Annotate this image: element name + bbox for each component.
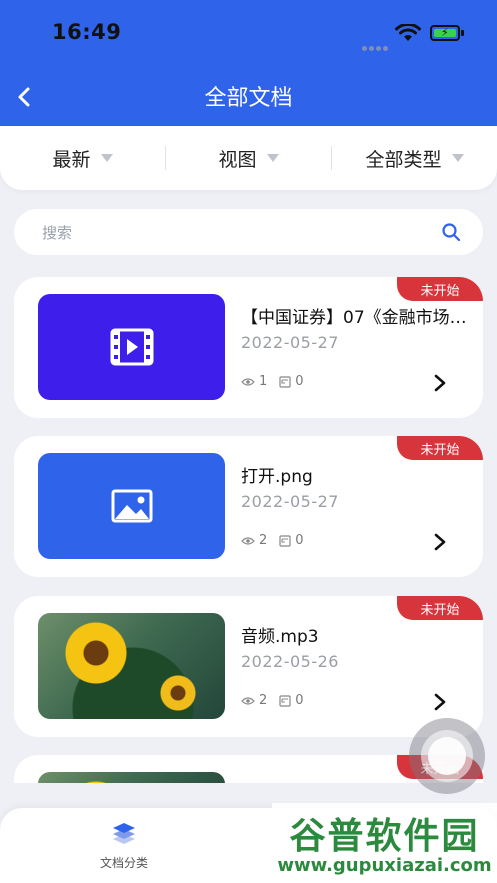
document-card[interactable]: 未开始 【中国证券】07《金融市场… 2022-05-27 1 0 [14,277,483,418]
status-badge: 未开始 [397,277,483,301]
caret-down-icon [100,154,113,162]
status-badge: 未开始 [397,596,483,620]
cellular-signal-icon [362,36,390,51]
view-count: 2 [259,533,268,548]
status-time: 16:49 [52,20,122,44]
search-bar [14,209,483,257]
document-meta: 1 0 [241,374,304,389]
watermark-url: www.gupuxiazai.com [277,855,492,876]
document-date: 2022-05-27 [241,492,339,511]
search-input[interactable] [40,209,424,257]
caret-down-icon [451,154,464,162]
view-count: 1 [259,374,268,389]
wifi-icon [395,24,421,41]
sunflower-photo [38,613,225,719]
battery-icon: ⚡ [430,25,460,41]
favorite-count: 0 [295,374,304,389]
watermark: 谷普软件园 www.gupuxiazai.com [272,803,497,883]
document-meta: 2 0 [241,693,304,708]
tab-label: 文档分类 [99,856,148,870]
header: 16:49 ⚡ 全部文档 [0,0,497,126]
sort-filter-dropdown[interactable]: 最新 [0,126,165,190]
document-meta: 2 0 [241,533,304,548]
document-title: 打开.png [241,467,313,487]
chevron-right-icon[interactable] [430,692,450,712]
status-bar: 16:49 ⚡ [0,0,497,60]
eye-icon [241,696,255,706]
document-date: 2022-05-27 [241,333,339,352]
chevron-right-icon[interactable] [430,532,450,552]
document-thumbnail [38,453,225,559]
sort-filter-label: 最新 [52,148,91,171]
status-badge: 未开始 [397,436,483,460]
document-date: 2022-05-26 [241,652,339,671]
favorite-count: 0 [295,533,304,548]
filter-bar: 最新 视图 全部类型 [0,126,497,190]
sunflower-photo [38,772,225,783]
favorite-icon [279,534,291,547]
tab-document-categories[interactable]: 文档分类 [84,820,164,871]
watermark-title: 谷普软件园 [289,816,480,857]
video-icon [110,328,153,366]
document-card[interactable]: 未开始 音频.mp3 2022-05-26 2 0 [14,596,483,737]
type-filter-dropdown[interactable]: 全部类型 [332,126,497,190]
document-title: 【中国证券】07《金融市场… [241,308,467,328]
layers-icon [113,823,135,844]
floating-assistive-button[interactable] [409,718,485,794]
view-filter-label: 视图 [218,148,257,171]
type-filter-label: 全部类型 [365,148,442,171]
eye-icon [241,377,255,387]
search-icon[interactable] [441,222,461,242]
image-icon [111,489,152,523]
favorite-icon [279,375,291,388]
document-thumbnail [38,294,225,400]
eye-icon [241,536,255,546]
page-title: 全部文档 [204,86,293,111]
favorite-count: 0 [295,693,304,708]
chevron-right-icon[interactable] [430,373,450,393]
document-title: 音频.mp3 [241,627,319,647]
caret-down-icon [266,154,279,162]
document-card[interactable]: 未开始 打开.png 2022-05-27 2 0 [14,436,483,577]
view-count: 2 [259,693,268,708]
view-filter-dropdown[interactable]: 视图 [166,126,331,190]
favorite-icon [279,694,291,707]
